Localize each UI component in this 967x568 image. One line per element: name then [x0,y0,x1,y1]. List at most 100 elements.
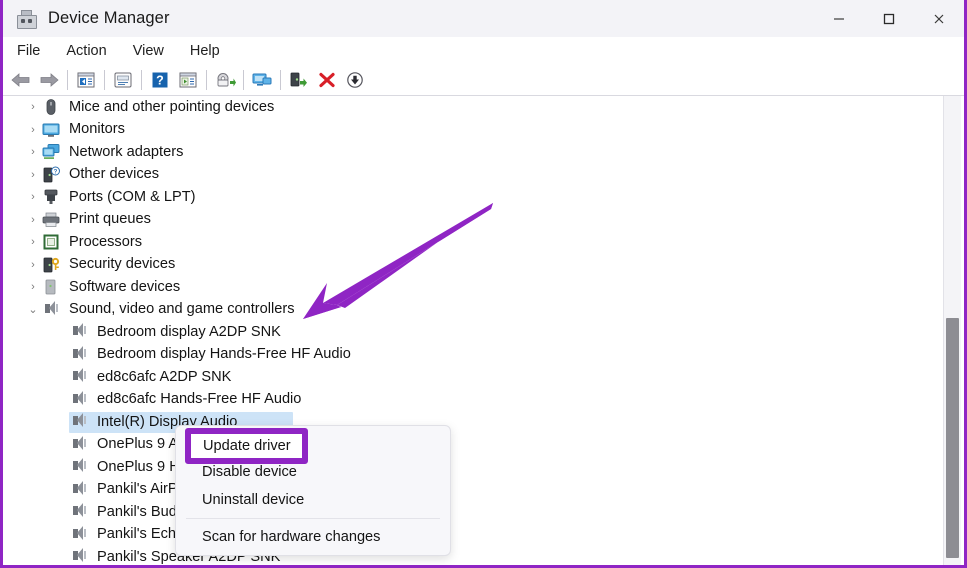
security-device-icon [41,256,61,274]
update-driver-icon[interactable] [211,67,239,93]
tree-item-pankils-airpods-a2dp-snk[interactable]: Pankil's AirPods A2DP SNK [3,479,933,502]
tree-item-label: Processors [69,233,142,250]
tree-item-sound-video-and-game-controllers[interactable]: ⌄ Sound, video and game controllers [3,299,933,322]
software-device-icon [41,278,61,296]
speaker-icon [69,458,89,476]
device-tree[interactable]: › Mice and other pointing devices › Moni… [3,96,933,566]
chevron-right-icon[interactable]: › [25,101,41,113]
chevron-right-icon[interactable]: › [25,169,41,181]
enable-device-icon[interactable] [285,67,313,93]
speaker-icon [69,368,89,386]
speaker-icon [69,548,89,566]
menu-item-view[interactable]: View [121,41,176,61]
speaker-icon [69,435,89,454]
forward-arrow-icon[interactable] [35,67,63,93]
menu-item-file[interactable]: File [5,41,52,61]
chevron-right-icon[interactable]: › [25,191,41,203]
tree-item-label: Sound, video and game controllers [69,301,295,318]
scan-hardware-changes-icon[interactable] [248,67,276,93]
tree-item-label: Mice and other pointing devices [69,98,275,115]
speaker-icon [69,413,89,431]
menu-item-help[interactable]: Help [178,41,232,61]
maximize-icon[interactable] [864,0,914,37]
show-hidden-devices-icon[interactable] [174,67,202,93]
tree-item-security-devices[interactable]: › Security devices [3,254,933,277]
tree-item-ed8c6afc-a2dp-snk[interactable]: ed8c6afc A2DP SNK [3,366,933,389]
tree-item-network-adapters[interactable]: › Network adapters [3,141,933,164]
speaker-icon [69,390,89,409]
tree-item-label: Other devices [69,166,160,183]
tree-item-label: Print queues [69,211,151,228]
context-menu-item-label: Scan for hardware changes [202,529,381,545]
speaker-icon [69,480,89,499]
context-menu-separator [186,518,440,519]
tree-item-label: Bedroom display A2DP SNK [97,323,281,340]
context-menu-item-label: Uninstall device [202,492,305,508]
tree-item-label: Software devices [69,278,181,295]
tree-item-label: Network adapters [69,143,184,160]
close-icon[interactable] [914,0,964,37]
tree-item-software-devices[interactable]: › Software devices [3,276,933,299]
mouse-icon [41,98,61,116]
network-adapter-icon [41,143,61,161]
help-icon[interactable]: ? [146,67,174,93]
chevron-down-icon[interactable]: ⌄ [25,303,41,316]
monitor-icon [41,121,61,139]
tree-item-other-devices[interactable]: › ? Other devices [3,164,933,187]
svg-text:?: ? [54,169,58,175]
tree-item-mice-and-other-pointing-devices[interactable]: › Mice and other pointing devices [3,96,933,119]
window-title: Device Manager [48,9,170,27]
tree-item-label: Ports (COM & LPT) [69,188,196,205]
uninstall-device-icon[interactable] [313,67,341,93]
tree-item-ports[interactable]: › Ports (COM & LPT) [3,186,933,209]
tree-item-pankils-buds-a2dp-snk[interactable]: Pankil's Buds A2DP SNK [3,501,933,524]
port-icon [41,188,61,206]
tree-item-label: ed8c6afc Hands-Free HF Audio [97,391,302,408]
menu-item-action[interactable]: Action [54,41,118,61]
tree-item-label: Security devices [69,256,176,273]
chevron-right-icon[interactable]: › [25,259,41,271]
speaker-icon [69,323,89,341]
speaker-icon [41,300,61,319]
tree-item-ed8c6afc-hands-free-hf-audio[interactable]: ed8c6afc Hands-Free HF Audio [3,389,933,412]
chevron-right-icon[interactable]: › [25,124,41,136]
minimize-icon[interactable] [814,0,864,37]
tree-item-label: ed8c6afc A2DP SNK [97,368,232,385]
chevron-right-icon[interactable]: › [25,281,41,293]
back-arrow-icon[interactable] [7,67,35,93]
speaker-icon [69,525,89,544]
update-driver-highlight-label: Update driver [203,438,291,454]
tree-item-bedroom-display-a2dp-snk[interactable]: Bedroom display A2DP SNK [3,321,933,344]
title-bar: Device Manager [3,0,964,38]
tree-item-oneplus-9-hands-free-hf-audio[interactable]: OnePlus 9 Hands-Free HF Audio [3,456,933,479]
tree-item-oneplus-9-a2dp-snk[interactable]: OnePlus 9 A2DP SNK [3,434,933,457]
tree-item-print-queues[interactable]: › Print queues [3,209,933,232]
print-icon[interactable] [109,67,137,93]
device-manager-window: Device Manager File Action View Help ? ›… [0,0,967,568]
menu-bar: File Action View Help [3,37,964,66]
update-driver-highlight-box[interactable]: Update driver [185,428,308,464]
chevron-right-icon[interactable]: › [25,214,41,226]
context-menu-item-scan-for-hardware-changes[interactable]: Scan for hardware changes [176,523,450,551]
properties-icon[interactable] [72,67,100,93]
tree-item-pankils-echo-a2dp-snk[interactable]: Pankil's Echo A2DP SNK [3,524,933,547]
tree-item-monitors[interactable]: › Monitors [3,119,933,142]
tree-item-bedroom-display-hands-free-hf-audio[interactable]: Bedroom display Hands-Free HF Audio [3,344,933,367]
scrollbar-thumb[interactable] [946,318,959,558]
context-menu-item-label: Disable device [202,464,297,480]
tree-item-intel-display-audio[interactable]: Intel(R) Display Audio [3,411,933,434]
vertical-scrollbar[interactable] [943,96,961,566]
chevron-right-icon[interactable]: › [25,236,41,248]
tree-item-label: Bedroom display Hands-Free HF Audio [97,346,351,363]
speaker-icon [69,503,89,521]
speaker-icon [69,345,89,364]
window-controls [814,0,964,37]
disable-device-icon[interactable] [341,67,369,93]
tree-item-pankils-speaker-a2dp-snk[interactable]: Pankil's Speaker A2DP SNK [3,546,933,566]
other-device-icon: ? [41,166,61,184]
svg-text:?: ? [156,74,164,88]
printer-icon [41,211,61,229]
context-menu-item-uninstall-device[interactable]: Uninstall device [176,486,450,514]
chevron-right-icon[interactable]: › [25,146,41,158]
tree-item-processors[interactable]: › Processors [3,231,933,254]
